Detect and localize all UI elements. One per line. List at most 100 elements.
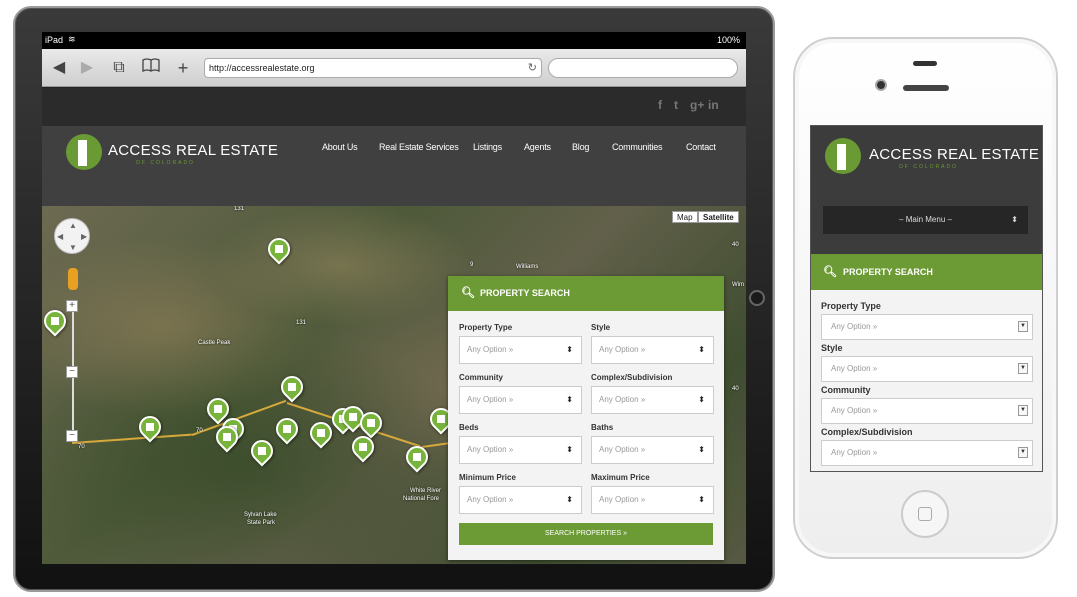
nav-listings[interactable]: Listings <box>473 142 502 152</box>
linkedin-icon[interactable]: in <box>708 98 719 112</box>
back-icon[interactable]: ◀ <box>48 58 70 78</box>
map-pan-control[interactable]: ▲ ▼ ◀ ▶ <box>54 218 90 254</box>
twitter-icon[interactable]: t <box>674 98 678 112</box>
select-value: Any Option » <box>467 395 514 404</box>
field-label-style: Style <box>821 343 843 353</box>
baths-select[interactable]: Any Option » ⬍ <box>591 436 714 464</box>
road-sign-label: 70 <box>196 428 203 434</box>
mobile-site-header: ACCESS REAL ESTATE OF COLORADO – Main Me… <box>811 126 1042 254</box>
facebook-icon[interactable]: f <box>658 98 662 112</box>
complex-select[interactable]: Any Option » ▼ <box>821 440 1033 466</box>
select-arrows-icon: ⬍ <box>566 495 573 504</box>
field-label-min-price: Minimum Price <box>459 473 516 482</box>
logo-title[interactable]: ACCESS REAL ESTATE <box>869 146 1039 163</box>
iphone-home-button[interactable] <box>901 490 949 538</box>
ipad-status-bar: iPad ≋ 100% <box>42 32 746 49</box>
map-type-map[interactable]: Map <box>672 211 698 223</box>
select-value: Any Option » <box>831 406 878 415</box>
pan-left-icon[interactable]: ◀ <box>57 232 63 241</box>
road-sign-label: 131 <box>296 320 307 326</box>
style-select[interactable]: Any Option » ▼ <box>821 356 1033 382</box>
select-value: Any Option » <box>831 448 878 457</box>
dropdown-arrow-icon: ▼ <box>1018 405 1028 416</box>
select-value: Any Option » <box>599 345 646 354</box>
property-search-header: 🔍︎ PROPERTY SEARCH <box>448 276 724 311</box>
ipad-home-button[interactable] <box>749 290 765 306</box>
nav-agents[interactable]: Agents <box>524 142 551 152</box>
property-type-select[interactable]: Any Option » ⬍ <box>459 336 582 364</box>
reload-icon[interactable]: ↻ <box>528 59 537 77</box>
social-bar: f t g+ in <box>42 88 746 126</box>
nav-contact[interactable]: Contact <box>686 142 716 152</box>
select-value: Any Option » <box>599 495 646 504</box>
battery-label: 100% <box>716 35 740 45</box>
select-arrows-icon: ⬍ <box>698 445 705 454</box>
field-label-property-type: Property Type <box>459 323 513 332</box>
logo-title[interactable]: ACCESS REAL ESTATE <box>108 142 278 159</box>
select-value: Any Option » <box>467 445 514 454</box>
road-sign-label: 70 <box>78 444 85 450</box>
complex-select[interactable]: Any Option » ⬍ <box>591 386 714 414</box>
select-arrows-icon: ⬍ <box>566 445 573 454</box>
map-type-satellite[interactable]: Satellite <box>698 211 739 223</box>
style-select[interactable]: Any Option » ⬍ <box>591 336 714 364</box>
home-square-icon <box>918 507 932 521</box>
nav-blog[interactable]: Blog <box>572 142 589 152</box>
main-menu-select[interactable]: – Main Menu – ⬍ <box>823 206 1028 234</box>
listing-marker-icon[interactable] <box>271 413 303 445</box>
listing-marker-icon[interactable] <box>246 435 278 467</box>
select-arrows-icon: ⬍ <box>566 345 573 354</box>
field-label-baths: Baths <box>591 423 614 432</box>
iphone-frame: ACCESS REAL ESTATE OF COLORADO – Main Me… <box>793 37 1058 559</box>
forward-icon[interactable]: ▶ <box>76 58 98 78</box>
map-label: Williams <box>516 264 539 270</box>
search-icon: 🔍︎ <box>461 287 475 299</box>
field-label-property-type: Property Type <box>821 301 881 311</box>
add-icon[interactable]: + <box>172 58 194 78</box>
url-bar[interactable]: http://accessrealestate.org ↻ <box>204 58 542 78</box>
select-arrows-icon: ⬍ <box>698 495 705 504</box>
map-label: Wim <box>732 282 744 288</box>
search-properties-button[interactable]: SEARCH PROPERTIES » <box>459 523 713 545</box>
listing-marker-icon[interactable] <box>263 233 295 265</box>
bookmarks-icon[interactable] <box>140 58 162 78</box>
logo-icon[interactable] <box>66 134 102 170</box>
highway-road <box>71 433 192 444</box>
zoom-in-button[interactable]: + <box>66 300 78 312</box>
road-sign-label: 40 <box>732 242 739 248</box>
community-select[interactable]: Any Option » ▼ <box>821 398 1033 424</box>
pan-down-icon[interactable]: ▼ <box>69 243 77 252</box>
zoom-handle[interactable]: − <box>66 366 78 378</box>
browser-search-input[interactable] <box>548 58 738 78</box>
road-sign-label: 9 <box>470 262 474 268</box>
nav-about-us[interactable]: About Us <box>322 142 358 152</box>
door-icon <box>837 144 846 170</box>
property-type-select[interactable]: Any Option » ▼ <box>821 314 1033 340</box>
listing-marker-icon[interactable] <box>276 371 308 403</box>
field-label-community: Community <box>459 373 503 382</box>
main-menu-label: – Main Menu – <box>899 215 952 224</box>
nav-real-estate-services[interactable]: Real Estate Services <box>379 142 459 152</box>
field-label-complex: Complex/Subdivision <box>821 427 913 437</box>
pan-right-icon[interactable]: ▶ <box>81 232 87 241</box>
select-arrows-icon: ⬍ <box>566 395 573 404</box>
browser-toolbar: ◀ ▶ ⧉ + http://accessrealestate.org ↻ <box>42 49 746 87</box>
mobile-property-search-header[interactable]: 🔍︎ PROPERTY SEARCH <box>811 254 1042 290</box>
nav-communities[interactable]: Communities <box>612 142 663 152</box>
listing-marker-icon[interactable] <box>347 431 379 463</box>
max-price-select[interactable]: Any Option » ⬍ <box>591 486 714 514</box>
street-view-pegman-icon[interactable] <box>68 268 78 290</box>
dropdown-arrow-icon: ▼ <box>1018 447 1028 458</box>
logo-icon[interactable] <box>825 138 861 174</box>
select-value: Any Option » <box>467 495 514 504</box>
zoom-out-button[interactable]: − <box>66 430 78 442</box>
select-value: Any Option » <box>599 395 646 404</box>
googleplus-icon[interactable]: g+ <box>690 98 704 112</box>
community-select[interactable]: Any Option » ⬍ <box>459 386 582 414</box>
search-icon: 🔍︎ <box>823 266 837 278</box>
pan-up-icon[interactable]: ▲ <box>69 221 77 230</box>
satellite-map[interactable]: Map Satellite ▲ ▼ ◀ ▶ + − − Castle Peak … <box>42 206 746 564</box>
beds-select[interactable]: Any Option » ⬍ <box>459 436 582 464</box>
min-price-select[interactable]: Any Option » ⬍ <box>459 486 582 514</box>
tabs-icon[interactable]: ⧉ <box>108 58 130 78</box>
